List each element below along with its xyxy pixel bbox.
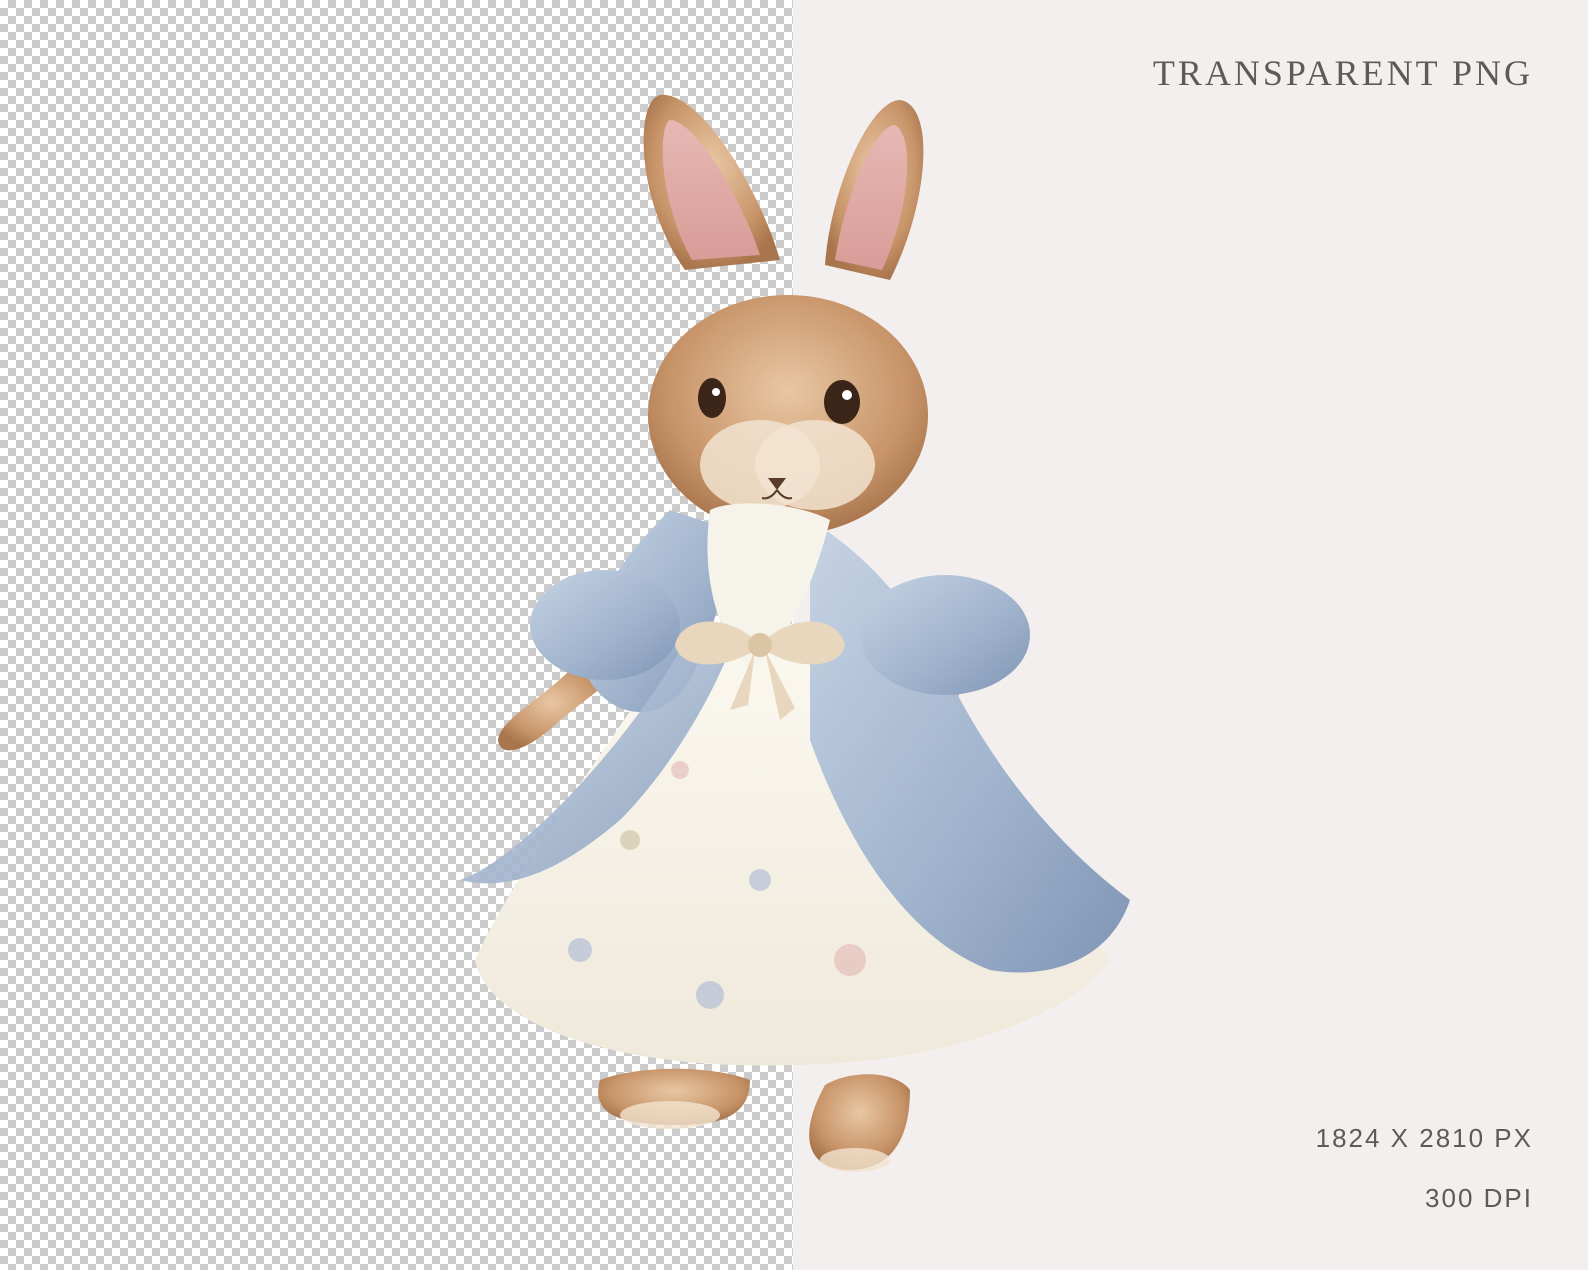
bunny-in-dress-icon — [460, 94, 1130, 1172]
bunny-ears — [643, 94, 924, 280]
dimensions-label: 1824 X 2810 PX — [1315, 1123, 1533, 1153]
bunny-feet — [598, 1068, 910, 1172]
resolution-label: 300 DPI — [1425, 1183, 1533, 1213]
transparent-png-label: TRANSPARENT PNG — [1152, 53, 1533, 93]
bunny-head — [648, 295, 928, 535]
